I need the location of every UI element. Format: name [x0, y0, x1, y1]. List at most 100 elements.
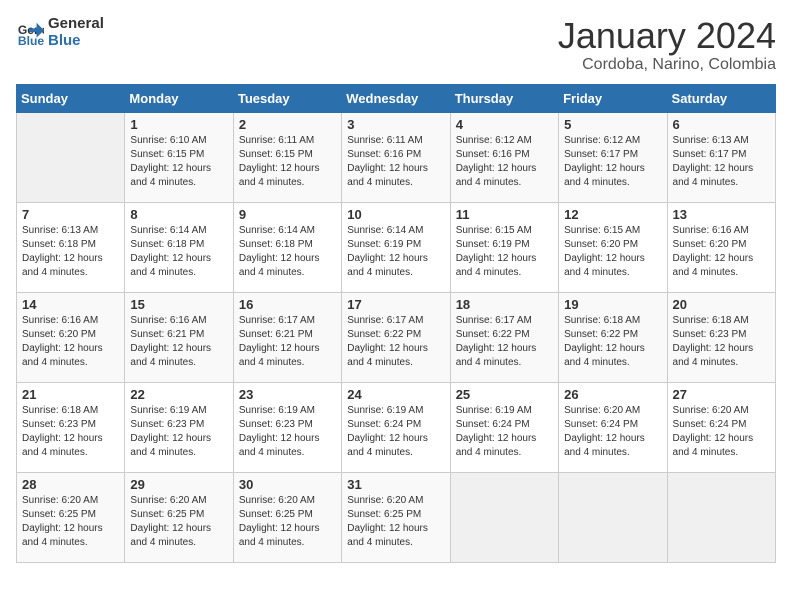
logo-text-general: General — [48, 16, 104, 33]
calendar-cell: 8 Sunrise: 6:14 AM Sunset: 6:18 PM Daylig… — [125, 202, 233, 292]
calendar-cell: 11 Sunrise: 6:15 AM Sunset: 6:19 PM Dayli… — [450, 202, 558, 292]
calendar-header-row: SundayMondayTuesdayWednesdayThursdayFrid… — [17, 84, 776, 112]
day-info: Sunrise: 6:13 AM Sunset: 6:18 PM Dayligh… — [22, 224, 119, 280]
calendar-cell: 19 Sunrise: 6:18 AM Sunset: 6:22 PM Dayli… — [559, 292, 667, 382]
day-number: 7 — [22, 207, 119, 222]
day-header-thursday: Thursday — [450, 84, 558, 112]
calendar-cell: 12 Sunrise: 6:15 AM Sunset: 6:20 PM Dayli… — [559, 202, 667, 292]
day-info: Sunrise: 6:12 AM Sunset: 6:16 PM Dayligh… — [456, 134, 553, 190]
day-number: 1 — [130, 117, 227, 132]
calendar-cell: 27Sunrise: 6:20 AM Sunset: 6:24 PM Dayli… — [667, 382, 775, 472]
calendar-cell: 5 Sunrise: 6:12 AM Sunset: 6:17 PM Daylig… — [559, 112, 667, 202]
title-block: January 2024 Cordoba, Narino, Colombia — [558, 16, 776, 74]
calendar-body: 1 Sunrise: 6:10 AM Sunset: 6:15 PM Daylig… — [17, 112, 776, 562]
day-header-saturday: Saturday — [667, 84, 775, 112]
day-number: 17 — [347, 297, 444, 312]
day-info: Sunrise: 6:16 AM Sunset: 6:21 PM Dayligh… — [130, 314, 227, 370]
calendar-cell — [450, 472, 558, 562]
calendar-cell: 31 Sunrise: 6:20 AM Sunset: 6:25 PM Dayli… — [342, 472, 450, 562]
day-number: 29 — [130, 477, 227, 492]
day-info: Sunrise: 6:20 AM Sunset: 6:25 PM Dayligh… — [239, 494, 336, 550]
calendar-cell: 6 Sunrise: 6:13 AM Sunset: 6:17 PM Daylig… — [667, 112, 775, 202]
day-info: Sunrise: 6:18 AM Sunset: 6:23 PM Dayligh… — [22, 404, 119, 460]
calendar-cell — [667, 472, 775, 562]
day-info: Sunrise: 6:19 AM Sunset: 6:24 PM Dayligh… — [347, 404, 444, 460]
calendar-cell: 16 Sunrise: 6:17 AM Sunset: 6:21 PM Dayli… — [233, 292, 341, 382]
calendar-cell: 24 Sunrise: 6:19 AM Sunset: 6:24 PM Dayli… — [342, 382, 450, 472]
calendar-cell: 13Sunrise: 6:16 AM Sunset: 6:20 PM Dayli… — [667, 202, 775, 292]
calendar-cell: 21 Sunrise: 6:18 AM Sunset: 6:23 PM Dayli… — [17, 382, 125, 472]
calendar-cell: 7 Sunrise: 6:13 AM Sunset: 6:18 PM Daylig… — [17, 202, 125, 292]
day-number: 23 — [239, 387, 336, 402]
day-number: 20 — [673, 297, 770, 312]
day-number: 21 — [22, 387, 119, 402]
day-info: Sunrise: 6:20 AM Sunset: 6:25 PM Dayligh… — [130, 494, 227, 550]
day-number: 19 — [564, 297, 661, 312]
day-number: 27 — [673, 387, 770, 402]
svg-text:Blue: Blue — [18, 34, 44, 47]
day-info: Sunrise: 6:14 AM Sunset: 6:18 PM Dayligh… — [239, 224, 336, 280]
day-info: Sunrise: 6:17 AM Sunset: 6:21 PM Dayligh… — [239, 314, 336, 370]
calendar-cell: 26Sunrise: 6:20 AM Sunset: 6:24 PM Dayli… — [559, 382, 667, 472]
calendar-cell: 29 Sunrise: 6:20 AM Sunset: 6:25 PM Dayli… — [125, 472, 233, 562]
calendar-cell — [17, 112, 125, 202]
calendar-cell — [559, 472, 667, 562]
calendar-cell: 20Sunrise: 6:18 AM Sunset: 6:23 PM Dayli… — [667, 292, 775, 382]
day-number: 24 — [347, 387, 444, 402]
day-info: Sunrise: 6:19 AM Sunset: 6:24 PM Dayligh… — [456, 404, 553, 460]
day-header-wednesday: Wednesday — [342, 84, 450, 112]
logo-text-blue: Blue — [48, 33, 104, 50]
day-number: 9 — [239, 207, 336, 222]
page-header: General Blue General Blue January 2024 C… — [16, 16, 776, 74]
calendar-week-1: 1 Sunrise: 6:10 AM Sunset: 6:15 PM Daylig… — [17, 112, 776, 202]
calendar-cell: 2 Sunrise: 6:11 AM Sunset: 6:15 PM Daylig… — [233, 112, 341, 202]
day-number: 13 — [673, 207, 770, 222]
day-info: Sunrise: 6:16 AM Sunset: 6:20 PM Dayligh… — [22, 314, 119, 370]
day-number: 5 — [564, 117, 661, 132]
day-info: Sunrise: 6:19 AM Sunset: 6:23 PM Dayligh… — [130, 404, 227, 460]
day-number: 2 — [239, 117, 336, 132]
calendar-week-5: 28 Sunrise: 6:20 AM Sunset: 6:25 PM Dayli… — [17, 472, 776, 562]
calendar-cell: 15 Sunrise: 6:16 AM Sunset: 6:21 PM Dayli… — [125, 292, 233, 382]
calendar-cell: 17 Sunrise: 6:17 AM Sunset: 6:22 PM Dayli… — [342, 292, 450, 382]
calendar-week-2: 7 Sunrise: 6:13 AM Sunset: 6:18 PM Daylig… — [17, 202, 776, 292]
calendar-week-4: 21 Sunrise: 6:18 AM Sunset: 6:23 PM Dayli… — [17, 382, 776, 472]
day-info: Sunrise: 6:17 AM Sunset: 6:22 PM Dayligh… — [456, 314, 553, 370]
day-info: Sunrise: 6:15 AM Sunset: 6:20 PM Dayligh… — [564, 224, 661, 280]
calendar-cell: 1 Sunrise: 6:10 AM Sunset: 6:15 PM Daylig… — [125, 112, 233, 202]
day-info: Sunrise: 6:18 AM Sunset: 6:22 PM Dayligh… — [564, 314, 661, 370]
day-number: 30 — [239, 477, 336, 492]
day-header-tuesday: Tuesday — [233, 84, 341, 112]
day-info: Sunrise: 6:14 AM Sunset: 6:18 PM Dayligh… — [130, 224, 227, 280]
day-info: Sunrise: 6:14 AM Sunset: 6:19 PM Dayligh… — [347, 224, 444, 280]
day-number: 15 — [130, 297, 227, 312]
calendar-table: SundayMondayTuesdayWednesdayThursdayFrid… — [16, 84, 776, 563]
day-number: 12 — [564, 207, 661, 222]
day-number: 14 — [22, 297, 119, 312]
day-number: 8 — [130, 207, 227, 222]
calendar-cell: 28Sunrise: 6:20 AM Sunset: 6:25 PM Dayli… — [17, 472, 125, 562]
day-info: Sunrise: 6:20 AM Sunset: 6:25 PM Dayligh… — [347, 494, 444, 550]
calendar-cell: 25Sunrise: 6:19 AM Sunset: 6:24 PM Dayli… — [450, 382, 558, 472]
day-info: Sunrise: 6:15 AM Sunset: 6:19 PM Dayligh… — [456, 224, 553, 280]
day-header-monday: Monday — [125, 84, 233, 112]
day-info: Sunrise: 6:11 AM Sunset: 6:15 PM Dayligh… — [239, 134, 336, 190]
day-number: 31 — [347, 477, 444, 492]
calendar-cell: 18Sunrise: 6:17 AM Sunset: 6:22 PM Dayli… — [450, 292, 558, 382]
calendar-cell: 22Sunrise: 6:19 AM Sunset: 6:23 PM Dayli… — [125, 382, 233, 472]
day-number: 11 — [456, 207, 553, 222]
day-info: Sunrise: 6:10 AM Sunset: 6:15 PM Dayligh… — [130, 134, 227, 190]
day-info: Sunrise: 6:12 AM Sunset: 6:17 PM Dayligh… — [564, 134, 661, 190]
calendar-cell: 10Sunrise: 6:14 AM Sunset: 6:19 PM Dayli… — [342, 202, 450, 292]
logo-icon: General Blue — [16, 19, 44, 47]
logo: General Blue General Blue — [16, 16, 104, 49]
day-number: 3 — [347, 117, 444, 132]
day-info: Sunrise: 6:13 AM Sunset: 6:17 PM Dayligh… — [673, 134, 770, 190]
day-number: 16 — [239, 297, 336, 312]
day-number: 6 — [673, 117, 770, 132]
day-number: 28 — [22, 477, 119, 492]
day-header-friday: Friday — [559, 84, 667, 112]
month-title: January 2024 — [558, 16, 776, 56]
day-info: Sunrise: 6:17 AM Sunset: 6:22 PM Dayligh… — [347, 314, 444, 370]
day-header-sunday: Sunday — [17, 84, 125, 112]
